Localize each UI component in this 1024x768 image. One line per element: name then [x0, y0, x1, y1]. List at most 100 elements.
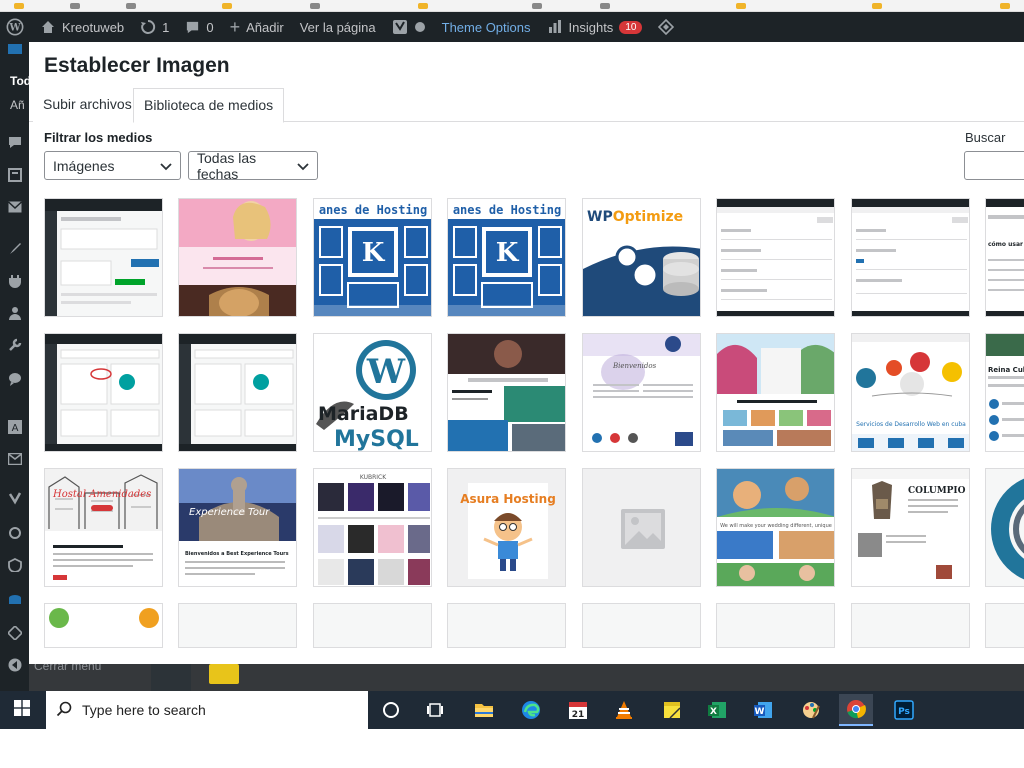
thumb-hostal-amenidades[interactable]: Hostal Amenidades: [44, 468, 163, 587]
thumb-partial-row4-1[interactable]: [44, 603, 163, 648]
status-dot-icon: [414, 21, 426, 33]
media-search-input[interactable]: [964, 151, 1024, 180]
thumb-partial-row4-6[interactable]: [716, 603, 835, 648]
thumb-ring-partial[interactable]: [985, 468, 1024, 587]
excel-icon[interactable]: X: [700, 694, 734, 726]
file-explorer-icon[interactable]: [467, 694, 501, 726]
photoshop-icon[interactable]: Ps: [887, 694, 921, 726]
paint-icon[interactable]: [794, 694, 828, 726]
thumb-partial-row4-3[interactable]: [313, 603, 432, 648]
plugins-icon[interactable]: [8, 274, 22, 288]
chevron-down-icon: [297, 158, 309, 174]
svg-text:Experience Tour: Experience Tour: [189, 507, 270, 518]
svg-text:X: X: [710, 707, 717, 717]
thumb-woman-photo[interactable]: [178, 198, 297, 317]
view-page-link[interactable]: Ver la página: [292, 12, 384, 42]
diamond-sidebar-icon[interactable]: [8, 626, 22, 640]
thumb-partial-row4-4[interactable]: [447, 603, 566, 648]
taskbar-search-box[interactable]: Type here to search: [46, 691, 368, 729]
vlc-icon[interactable]: [607, 694, 641, 726]
sidebar-partial-all-media[interactable]: Tod: [10, 74, 31, 88]
tab-media-library[interactable]: Biblioteca de medios: [133, 88, 285, 123]
appearance-icon[interactable]: [8, 242, 22, 256]
chrome-icon[interactable]: [839, 694, 873, 726]
yoast-seo-icon[interactable]: [8, 492, 22, 506]
task-view-icon[interactable]: [418, 694, 452, 726]
insights-menu[interactable]: Insights 10: [539, 12, 651, 42]
thumb-partial-row4-7[interactable]: [851, 603, 970, 648]
bar-chart-icon: [547, 19, 563, 35]
thumb-admin-screenshot[interactable]: [44, 198, 163, 317]
mail-icon[interactable]: [8, 200, 22, 214]
security-icon[interactable]: [8, 558, 22, 572]
svg-text:MariaDB: MariaDB: [318, 403, 409, 425]
thumb-plugin-install-2[interactable]: [178, 333, 297, 452]
thumb-settings-screenshot-1[interactable]: [716, 198, 835, 317]
translate-icon[interactable]: A: [8, 420, 22, 434]
thumb-wordpress-mariadb[interactable]: W MariaDB MySQL: [313, 333, 432, 452]
forms-icon[interactable]: [8, 168, 22, 182]
collapse-menu-icon[interactable]: [8, 658, 22, 672]
diamond-menu[interactable]: [650, 12, 682, 42]
media-date-value: Todas las fechas: [197, 149, 257, 182]
comments-menu[interactable]: 0: [177, 12, 221, 42]
theme-options-label: Theme Options: [441, 19, 531, 35]
new-label: Añadir: [246, 19, 284, 35]
thumb-travel-site[interactable]: We will make your wedding different, uni…: [716, 468, 835, 587]
wp-logo-menu[interactable]: W: [0, 12, 32, 42]
svg-text:A: A: [12, 423, 19, 434]
thumb-partial-row4-5[interactable]: [582, 603, 701, 648]
thumb-wp-optimize[interactable]: WPOptimize: [582, 198, 701, 317]
yoast-menu[interactable]: [384, 12, 434, 42]
chat-icon[interactable]: [8, 372, 22, 386]
thumb-beach-site[interactable]: [716, 333, 835, 452]
thumb-kubrick-themes[interactable]: KUBRICK: [313, 468, 432, 587]
site-name-menu[interactable]: Kreotuweb: [32, 12, 132, 42]
backdrop-strip: [151, 664, 191, 691]
start-button[interactable]: [0, 691, 44, 729]
cortana-icon[interactable]: [374, 694, 408, 726]
thumb-web-dev-services[interactable]: Servicios de Desarrollo Web en cuba: [851, 333, 970, 452]
thumb-partial-row4-8[interactable]: [985, 603, 1024, 648]
page-backdrop: [29, 664, 1024, 691]
search-icon: [56, 701, 72, 720]
database-icon[interactable]: [8, 594, 22, 608]
thumb-asura-hosting[interactable]: Asura Hosting: [447, 468, 566, 587]
thumb-partial-row4-2[interactable]: [178, 603, 297, 648]
new-content-menu[interactable]: + Añadir: [222, 12, 292, 42]
thumb-placeholder[interactable]: [582, 468, 701, 587]
edge-icon[interactable]: [514, 694, 548, 726]
tools-icon[interactable]: [8, 338, 22, 352]
admin-bar: W Kreotuweb 1 0 + Añadir Ver la página T…: [0, 12, 1024, 42]
word-icon[interactable]: W: [746, 694, 780, 726]
svg-text:Reina Cuba: Reina Cuba: [988, 366, 1024, 374]
thumb-hosting-planes-2[interactable]: anes de Hosting K: [447, 198, 566, 317]
thumb-settings-screenshot-2[interactable]: [851, 198, 970, 317]
updates-menu[interactable]: 1: [132, 12, 177, 42]
users-icon[interactable]: [8, 306, 22, 320]
media-type-filter[interactable]: Imágenes: [44, 151, 181, 180]
newsletter-icon[interactable]: [8, 452, 22, 466]
sticky-notes-icon[interactable]: [655, 694, 689, 726]
thumb-plugin-page-partial[interactable]: cómo usar WP-Optimize: [985, 198, 1024, 317]
calendar-app-icon[interactable]: 21: [561, 694, 595, 726]
search-label: Buscar: [965, 130, 1006, 145]
thumb-bienvenidos-site[interactable]: Bienvenidos: [582, 333, 701, 452]
thumb-experience-tours[interactable]: Experience Tour Bienvenidos a Best Experi…: [178, 468, 297, 587]
tab-upload-files[interactable]: Subir archivos: [33, 88, 142, 122]
svg-text:Hostal Amenidades: Hostal Amenidades: [52, 489, 151, 500]
thumb-columpio[interactable]: COLUMPIO: [851, 468, 970, 587]
thumb-dark-website[interactable]: [447, 333, 566, 452]
theme-options-menu[interactable]: Theme Options: [434, 12, 539, 42]
media-icon[interactable]: [8, 42, 22, 56]
sync-icon[interactable]: [8, 526, 22, 540]
svg-text:We will make your wedding diff: We will make your wedding different, uni…: [720, 523, 832, 529]
modal-title: Establecer Imagen: [44, 54, 230, 77]
thumb-reina-cuba[interactable]: Reina Cuba: [985, 333, 1024, 452]
media-date-filter[interactable]: Todas las fechas: [188, 149, 318, 182]
thumb-plugin-install-1[interactable]: [44, 333, 163, 452]
comments-icon[interactable]: [8, 136, 22, 150]
svg-text:W: W: [755, 707, 765, 717]
thumb-hosting-planes-1[interactable]: anes de Hosting K: [313, 198, 432, 317]
sidebar-partial-add-new[interactable]: Añ: [10, 98, 25, 112]
